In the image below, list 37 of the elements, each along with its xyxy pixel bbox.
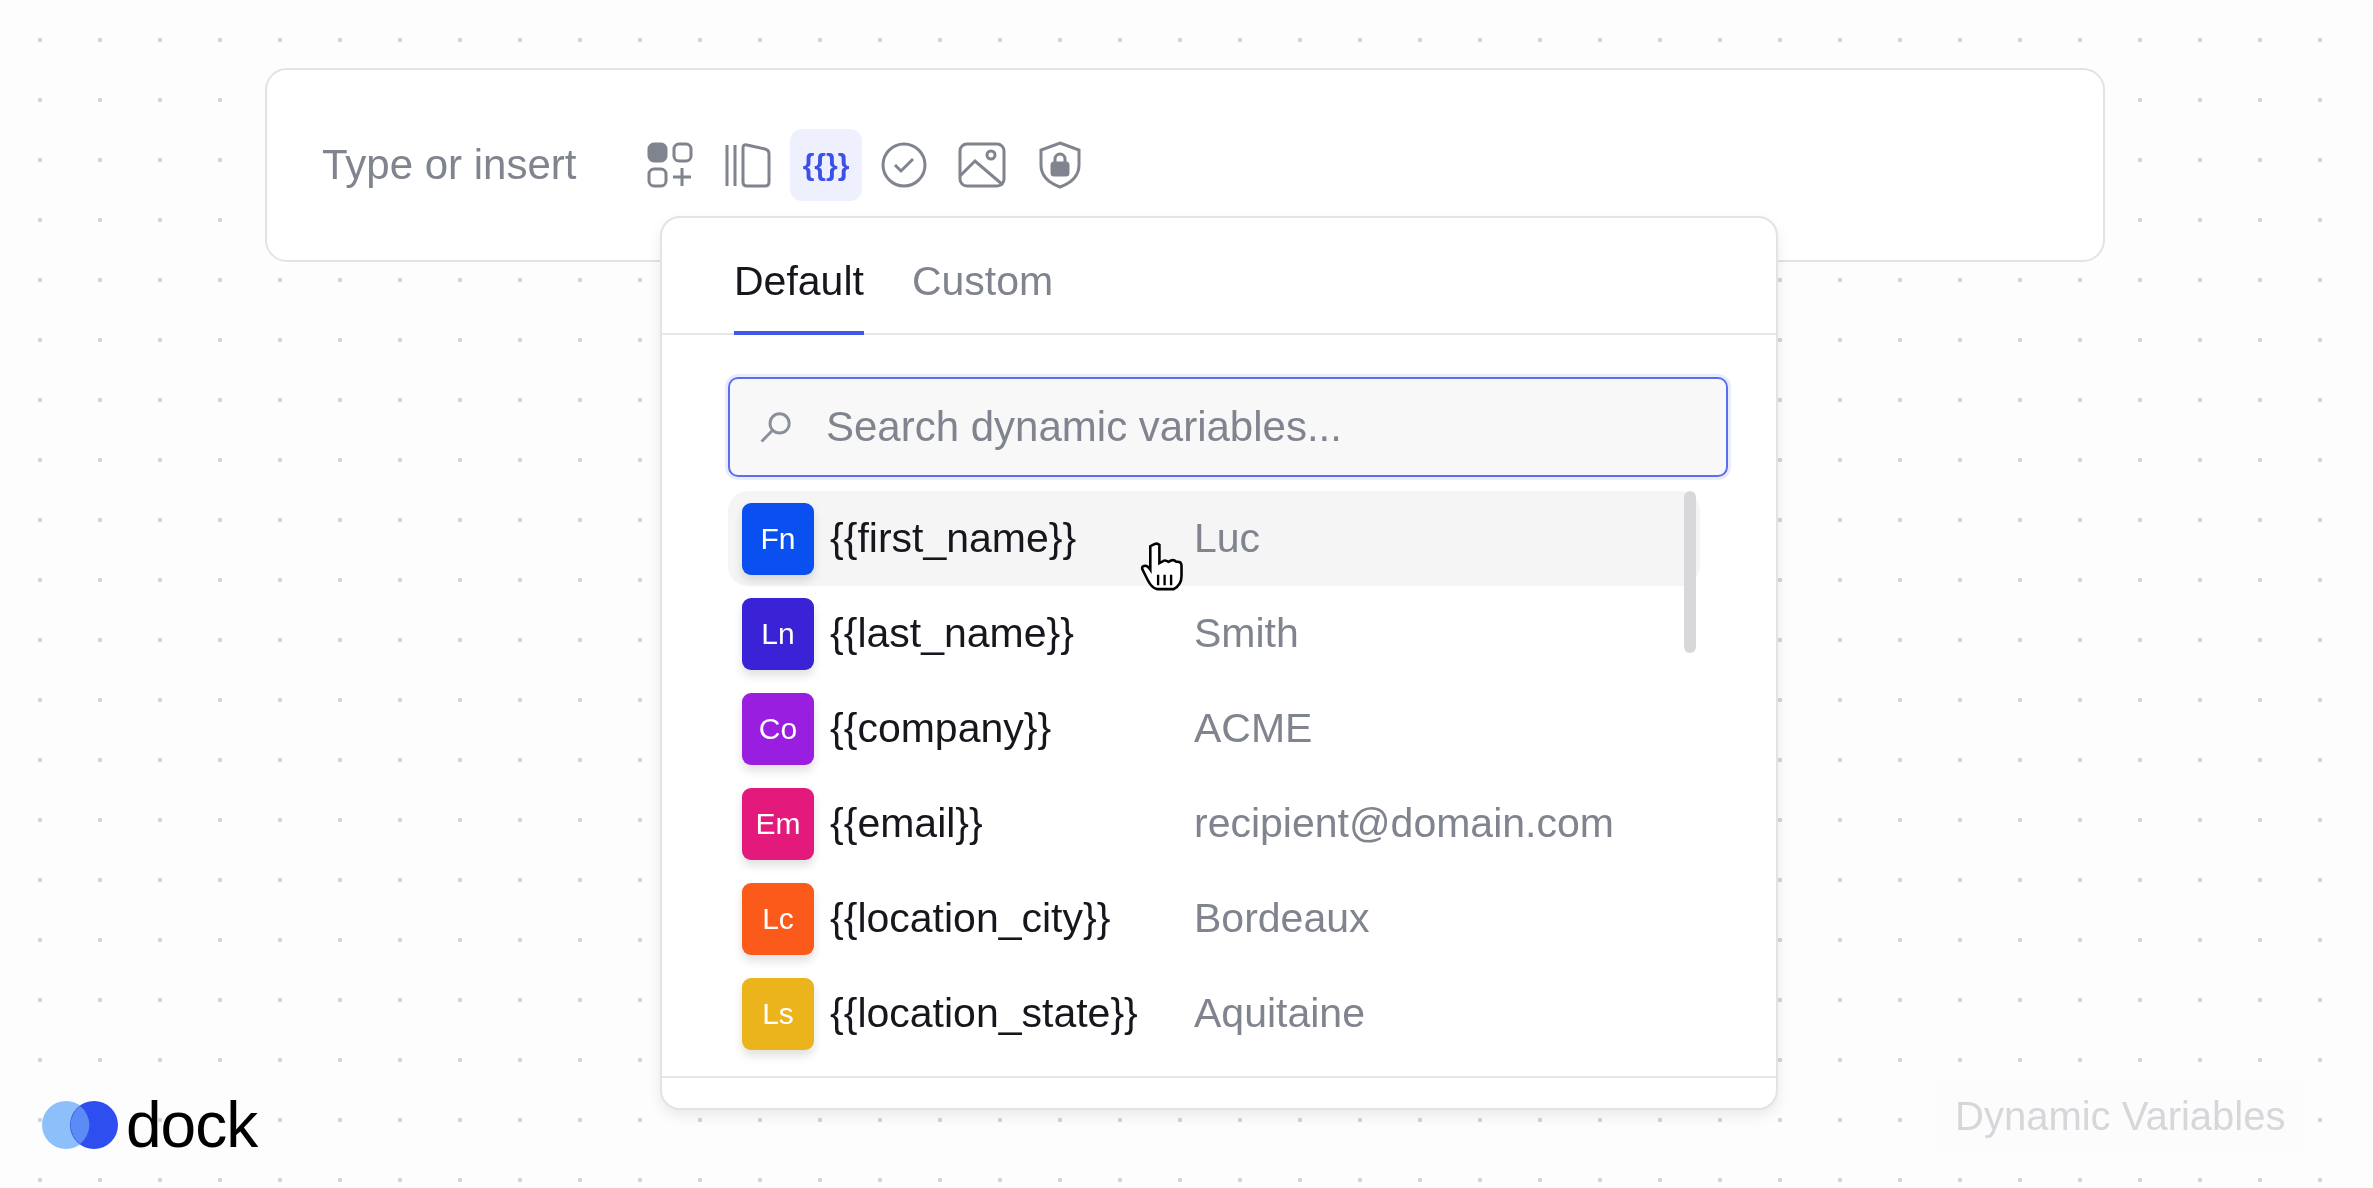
variable-name: {{email}} <box>830 800 984 847</box>
image-icon <box>957 140 1007 190</box>
variable-value: Smith <box>1194 610 1299 657</box>
search-field[interactable]: Search dynamic variables... <box>728 377 1728 477</box>
variable-name: {{first_name}} <box>830 515 1078 562</box>
checkmark-icon <box>879 140 929 190</box>
search-icon <box>758 409 794 445</box>
logo-text: dock <box>126 1088 258 1162</box>
variable-value: Luc <box>1194 515 1261 562</box>
logo-icon <box>40 1098 120 1152</box>
columns-icon <box>723 140 773 190</box>
variable-item[interactable]: Em {{email}} recipient@domain.com <box>728 776 1700 871</box>
tab[interactable]: Default <box>734 258 864 335</box>
variable-name: {{location_city}} <box>830 895 1112 942</box>
variable-badge: Lc <box>742 882 814 955</box>
variables-button[interactable]: {{}} <box>790 129 862 201</box>
variable-value: Bordeaux <box>1194 895 1370 942</box>
variable-item[interactable]: Ls {{location_state}} Aquitaine <box>728 966 1700 1061</box>
variable-badge: Ln <box>742 597 814 670</box>
variable-name: {{last_name}} <box>830 610 1075 657</box>
variable-name: {{location_state}} <box>830 990 1139 1037</box>
variable-badge: Em <box>742 787 814 860</box>
variable-value: recipient@domain.com <box>1194 800 1614 847</box>
variable-name: {{company}} <box>830 705 1053 752</box>
variable-value: Aquitaine <box>1194 990 1365 1037</box>
variable-item[interactable]: Lc {{location_city}} Bordeaux <box>728 871 1700 966</box>
variable-item[interactable]: Ln {{last_name}} Smith <box>728 586 1700 681</box>
variable-value: ACME <box>1194 705 1313 752</box>
variable-item[interactable]: Co {{company}} ACME <box>728 681 1700 776</box>
variable-badge: Fn <box>742 502 814 575</box>
scrollbar[interactable] <box>1684 491 1696 653</box>
text-input[interactable]: Type or insert <box>322 141 612 189</box>
variable-badge: Co <box>742 692 814 765</box>
hand-cursor-icon <box>1140 541 1184 593</box>
variable-badge: Ls <box>742 977 814 1050</box>
tab[interactable]: Custom <box>911 258 1054 335</box>
blocks-icon <box>645 140 695 190</box>
